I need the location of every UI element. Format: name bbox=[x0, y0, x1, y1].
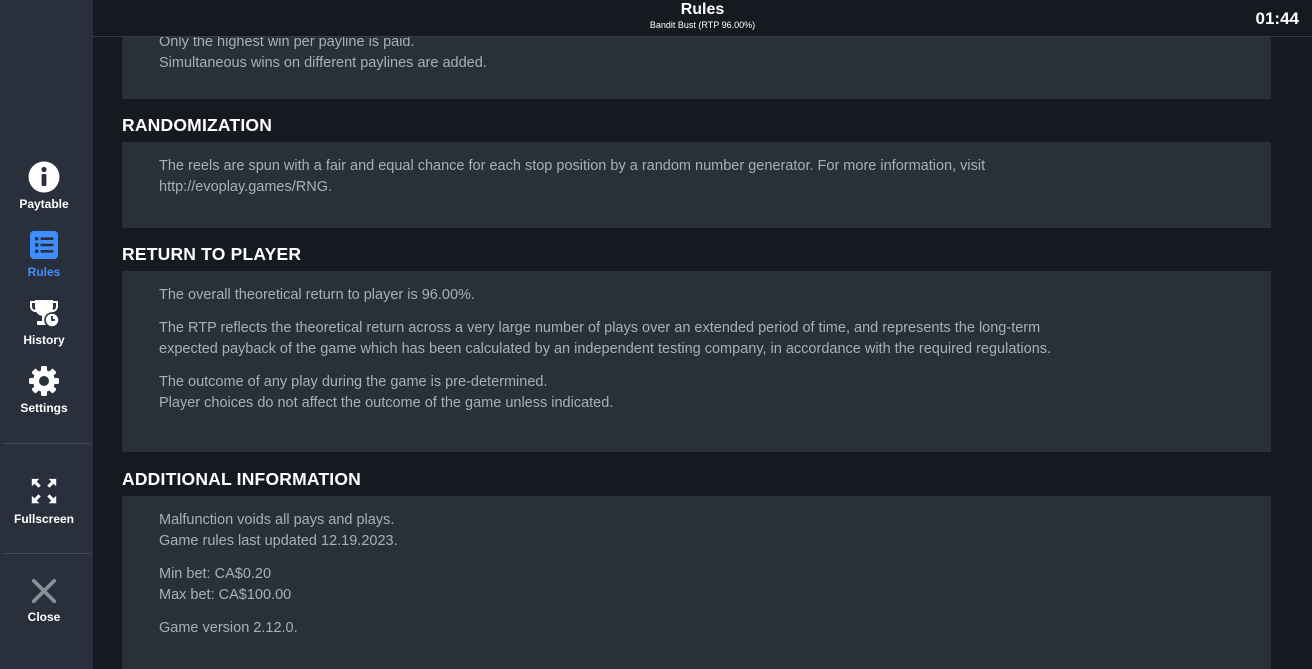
sidebar-item-label: Paytable bbox=[19, 197, 69, 211]
sidebar-item-label: Close bbox=[27, 610, 61, 624]
page-title: Rules bbox=[680, 1, 725, 18]
fullscreen-icon bbox=[31, 478, 57, 504]
rng-link[interactable]: http://evoplay.games/RNG. bbox=[159, 177, 1251, 198]
sidebar-item-paytable[interactable]: Paytable bbox=[0, 161, 88, 211]
rule-text: The outcome of any play during the game … bbox=[159, 374, 548, 390]
sidebar-item-close[interactable]: Close bbox=[0, 576, 88, 624]
rule-text: The RTP reflects the theoretical return … bbox=[159, 320, 1041, 336]
rule-text: Player choices do not affect the outcome… bbox=[159, 395, 614, 411]
rtp-section-box: The overall theoretical return to player… bbox=[122, 271, 1271, 452]
min-bet-text: Min bet: CA$0.20 bbox=[159, 566, 272, 582]
additional-section-box: Malfunction voids all pays and plays. Ga… bbox=[122, 496, 1271, 669]
clock: 01:44 bbox=[1255, 9, 1299, 28]
rule-text: Game rules last updated 12.19.2023. bbox=[159, 533, 398, 549]
sidebar-item-fullscreen[interactable]: Fullscreen bbox=[0, 476, 88, 526]
sidebar-item-label: Settings bbox=[20, 401, 68, 415]
header: Rules Bandit Bust (RTP 96.00%) 01:44 bbox=[93, 0, 1312, 37]
sidebar-item-label: Fullscreen bbox=[13, 512, 75, 526]
sidebar-item-label: History bbox=[23, 333, 65, 347]
section-heading-randomization: RANDOMIZATION bbox=[122, 115, 273, 135]
rule-text: expected payback of the game which has b… bbox=[159, 341, 1052, 357]
rule-text: The reels are spun with a fair and equal… bbox=[159, 158, 986, 174]
rule-text: Only the highest win per payline is paid… bbox=[159, 37, 415, 50]
rules-content[interactable]: Only the highest win per payline is paid… bbox=[93, 37, 1312, 669]
rule-text: Malfunction voids all pays and plays. bbox=[159, 512, 395, 528]
sidebar-item-settings[interactable]: Settings bbox=[0, 365, 88, 415]
info-icon bbox=[28, 161, 60, 193]
sidebar-divider bbox=[4, 443, 91, 444]
gear-icon bbox=[29, 366, 59, 396]
rule-text: The overall theoretical return to player… bbox=[159, 287, 475, 303]
max-bet-text: Max bet: CA$100.00 bbox=[159, 587, 292, 603]
sidebar-divider bbox=[4, 553, 91, 554]
game-version-text: Game version 2.12.0. bbox=[159, 620, 298, 636]
section-heading-additional: ADDITIONAL INFORMATION bbox=[122, 469, 362, 489]
game-subtitle: Bandit Bust (RTP 96.00%) bbox=[649, 20, 756, 30]
randomization-section-box: The reels are spun with a fair and equal… bbox=[122, 142, 1271, 228]
sidebar-item-rules[interactable]: Rules bbox=[0, 229, 88, 279]
section-heading-rtp: RETURN TO PLAYER bbox=[122, 244, 302, 264]
sidebar: Paytable Rules History Settings Fullscre… bbox=[0, 0, 93, 669]
close-icon bbox=[31, 578, 57, 604]
sidebar-item-history[interactable]: History bbox=[0, 297, 88, 347]
rule-text: Simultaneous wins on different paylines … bbox=[159, 55, 487, 71]
paylines-section-box: Only the highest win per payline is paid… bbox=[122, 37, 1271, 99]
sidebar-item-label: Rules bbox=[27, 265, 61, 279]
trophy-clock-icon bbox=[30, 300, 60, 328]
list-icon bbox=[30, 231, 58, 259]
